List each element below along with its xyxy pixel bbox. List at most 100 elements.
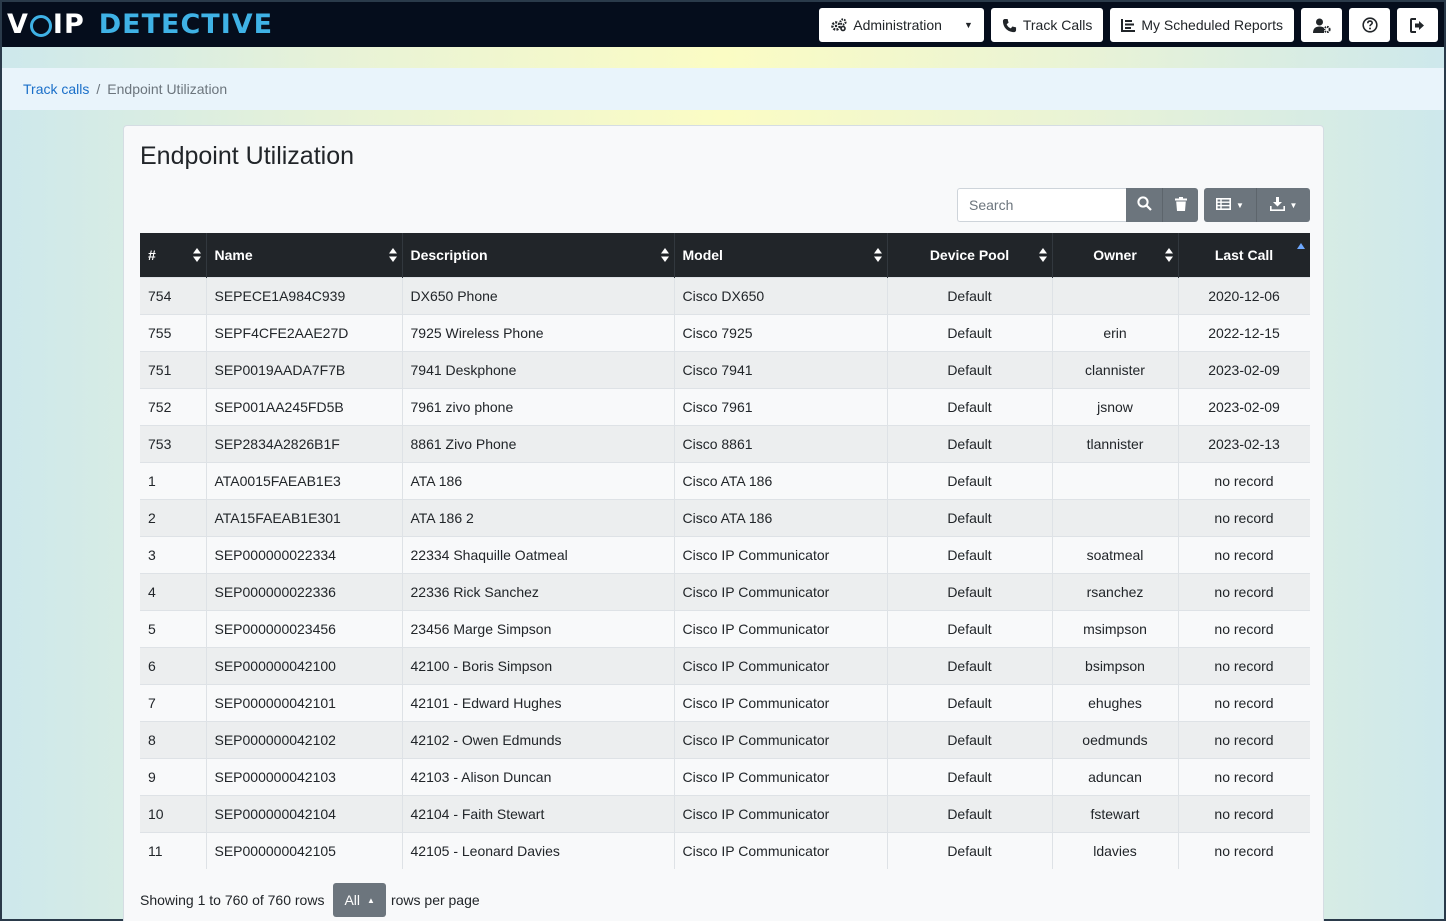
breadcrumb: Track calls / Endpoint Utilization	[2, 68, 1444, 110]
table-cell-name: SEP0019AADA7F7B	[206, 350, 403, 388]
column-header-label: Description	[410, 246, 488, 263]
table-cell-last-call: no record	[1178, 720, 1310, 758]
table-cell-device-pool: Default	[887, 609, 1053, 647]
table-cell-number: 2	[140, 498, 207, 536]
table-cell-last-call: no record	[1178, 794, 1310, 832]
column-header-name[interactable]: Name	[206, 233, 403, 277]
table-cell-model: Cisco 7941	[674, 350, 888, 388]
clear-search-button[interactable]	[1162, 188, 1198, 222]
table-cell-number: 753	[140, 424, 207, 462]
breadcrumb-track-calls-link[interactable]: Track calls	[23, 81, 89, 97]
table-cell-owner: soatmeal	[1052, 535, 1179, 573]
export-dropdown[interactable]: ▼	[1257, 188, 1310, 222]
table-cell-description: 22334 Shaquille Oatmeal	[402, 535, 675, 573]
table-cell-number: 752	[140, 387, 207, 425]
table-cell-name: ATA0015FAEAB1E3	[206, 461, 403, 499]
column-header-owner[interactable]: Owner	[1052, 233, 1179, 277]
table-row[interactable]: 755 SEPF4CFE2AAE27D 7925 Wireless Phone Cis…	[140, 313, 1310, 351]
breadcrumb-current: Endpoint Utilization	[107, 81, 228, 97]
chevron-down-icon: ▼	[963, 20, 973, 30]
column-header-label: #	[148, 246, 156, 263]
column-header-model[interactable]: Model	[674, 233, 888, 277]
table-cell-owner	[1052, 276, 1179, 314]
help-button[interactable]	[1349, 8, 1390, 42]
table-row[interactable]: 753 SEP2834A2826B1F 8861 Zivo Phone Cisco 8…	[140, 424, 1310, 462]
table-cell-owner: fstewart	[1052, 794, 1179, 832]
table-cell-model: Cisco IP Communicator	[674, 757, 888, 795]
administration-dropdown[interactable]: Administration ▼	[819, 8, 984, 42]
table-cell-name: SEP000000023456	[206, 609, 403, 647]
table-cell-device-pool: Default	[887, 572, 1053, 610]
user-settings-button[interactable]	[1301, 8, 1342, 42]
table-cell-last-call: 2023-02-09	[1178, 350, 1310, 388]
table-cell-owner: clannister	[1052, 350, 1179, 388]
column-header-number[interactable]: #	[140, 233, 207, 277]
my-scheduled-reports-button[interactable]: My Scheduled Reports	[1110, 8, 1294, 42]
table-cell-owner: aduncan	[1052, 757, 1179, 795]
table-cell-number: 11	[140, 831, 207, 869]
search-button[interactable]	[1126, 188, 1162, 222]
table-cell-device-pool: Default	[887, 276, 1053, 314]
search-input[interactable]	[957, 188, 1126, 222]
table-row[interactable]: 3 SEP000000022334 22334 Shaquille Oatmeal C…	[140, 535, 1310, 573]
table-cell-device-pool: Default	[887, 757, 1053, 795]
table-cell-last-call: no record	[1178, 498, 1310, 536]
table-row[interactable]: 11 SEP000000042105 42105 - Leonard Davies C…	[140, 831, 1310, 869]
page-size-value: All	[344, 892, 361, 908]
column-header-description[interactable]: Description	[402, 233, 675, 277]
table-cell-device-pool: Default	[887, 350, 1053, 388]
column-header-label: Last Call	[1214, 246, 1274, 263]
main-card: Endpoint Utilization ▼ ▼	[123, 125, 1324, 921]
table-cell-name: SEPECE1A984C939	[206, 276, 403, 314]
table-row[interactable]: 7 SEP000000042101 42101 - Edward Hughes Cis…	[140, 683, 1310, 721]
table-row[interactable]: 5 SEP000000023456 23456 Marge Simpson Cisco…	[140, 609, 1310, 647]
columns-toggle-dropdown[interactable]: ▼	[1204, 188, 1257, 222]
table-row[interactable]: 751 SEP0019AADA7F7B 7941 Deskphone Cisco 79…	[140, 350, 1310, 388]
table-cell-model: Cisco IP Communicator	[674, 720, 888, 758]
chevron-down-icon: ▼	[1236, 200, 1244, 210]
column-header-device-pool[interactable]: Device Pool	[887, 233, 1053, 277]
table-row[interactable]: 752 SEP001AA245FD5B 7961 zivo phone Cisco 7…	[140, 387, 1310, 425]
table-row[interactable]: 6 SEP000000042100 42100 - Boris Simpson Cis…	[140, 646, 1310, 684]
table-row[interactable]: 754 SEPECE1A984C939 DX650 Phone Cisco DX650…	[140, 276, 1310, 314]
help-icon	[1361, 17, 1378, 33]
rows-per-page-label: rows per page	[390, 892, 480, 908]
brand-logo[interactable]: V IP DETECTIVE	[7, 6, 273, 42]
track-calls-button[interactable]: Track Calls	[990, 8, 1104, 42]
table-cell-owner: ehughes	[1052, 683, 1179, 721]
table-cell-number: 7	[140, 683, 207, 721]
column-header-label: Name	[214, 246, 253, 263]
table-cell-description: 7941 Deskphone	[402, 350, 675, 388]
table-row[interactable]: 1 ATA0015FAEAB1E3 ATA 186 Cisco ATA 186 Defa…	[140, 461, 1310, 499]
table-cell-name: SEP000000042105	[206, 831, 403, 869]
table-cell-description: 7925 Wireless Phone	[402, 313, 675, 351]
table-cell-last-call: 2023-02-13	[1178, 424, 1310, 462]
table-cell-name: SEPF4CFE2AAE27D	[206, 313, 403, 351]
table-cell-owner: erin	[1052, 313, 1179, 351]
table-cell-owner: tlannister	[1052, 424, 1179, 462]
table-cell-device-pool: Default	[887, 720, 1053, 758]
table-cell-last-call: no record	[1178, 461, 1310, 499]
sort-both-icon	[660, 247, 669, 263]
column-header-label: Model	[682, 246, 723, 263]
table-cell-device-pool: Default	[887, 461, 1053, 499]
table-cell-description: 42105 - Leonard Davies	[402, 831, 675, 869]
table-cell-last-call: no record	[1178, 646, 1310, 684]
table-row[interactable]: 2 ATA15FAEAB1E301 ATA 186 2 Cisco ATA 186 De…	[140, 498, 1310, 536]
column-header-last-call[interactable]: Last Call	[1178, 233, 1310, 277]
table-row[interactable]: 9 SEP000000042103 42103 - Alison Duncan Cis…	[140, 757, 1310, 795]
table-cell-owner	[1052, 498, 1179, 536]
table-row[interactable]: 10 SEP000000042104 42104 - Faith Stewart Ci…	[140, 794, 1310, 832]
page-size-dropdown[interactable]: All ▲	[333, 883, 386, 917]
sort-both-icon	[873, 247, 882, 263]
rows-summary: Showing 1 to 760 of 760 rows	[140, 892, 325, 908]
table-row[interactable]: 4 SEP000000022336 22336 Rick Sanchez Cisco …	[140, 572, 1310, 610]
logout-button[interactable]	[1397, 8, 1438, 42]
table-cell-owner: ldavies	[1052, 831, 1179, 869]
table-cell-device-pool: Default	[887, 831, 1053, 869]
logo-o-ring-icon	[29, 15, 52, 37]
table-cell-number: 10	[140, 794, 207, 832]
table-row[interactable]: 8 SEP000000042102 42102 - Owen Edmunds Cisc…	[140, 720, 1310, 758]
table-cell-device-pool: Default	[887, 424, 1053, 462]
endpoint-table-container: # Name Description Model Device Pool Owner Las…	[140, 233, 1310, 873]
